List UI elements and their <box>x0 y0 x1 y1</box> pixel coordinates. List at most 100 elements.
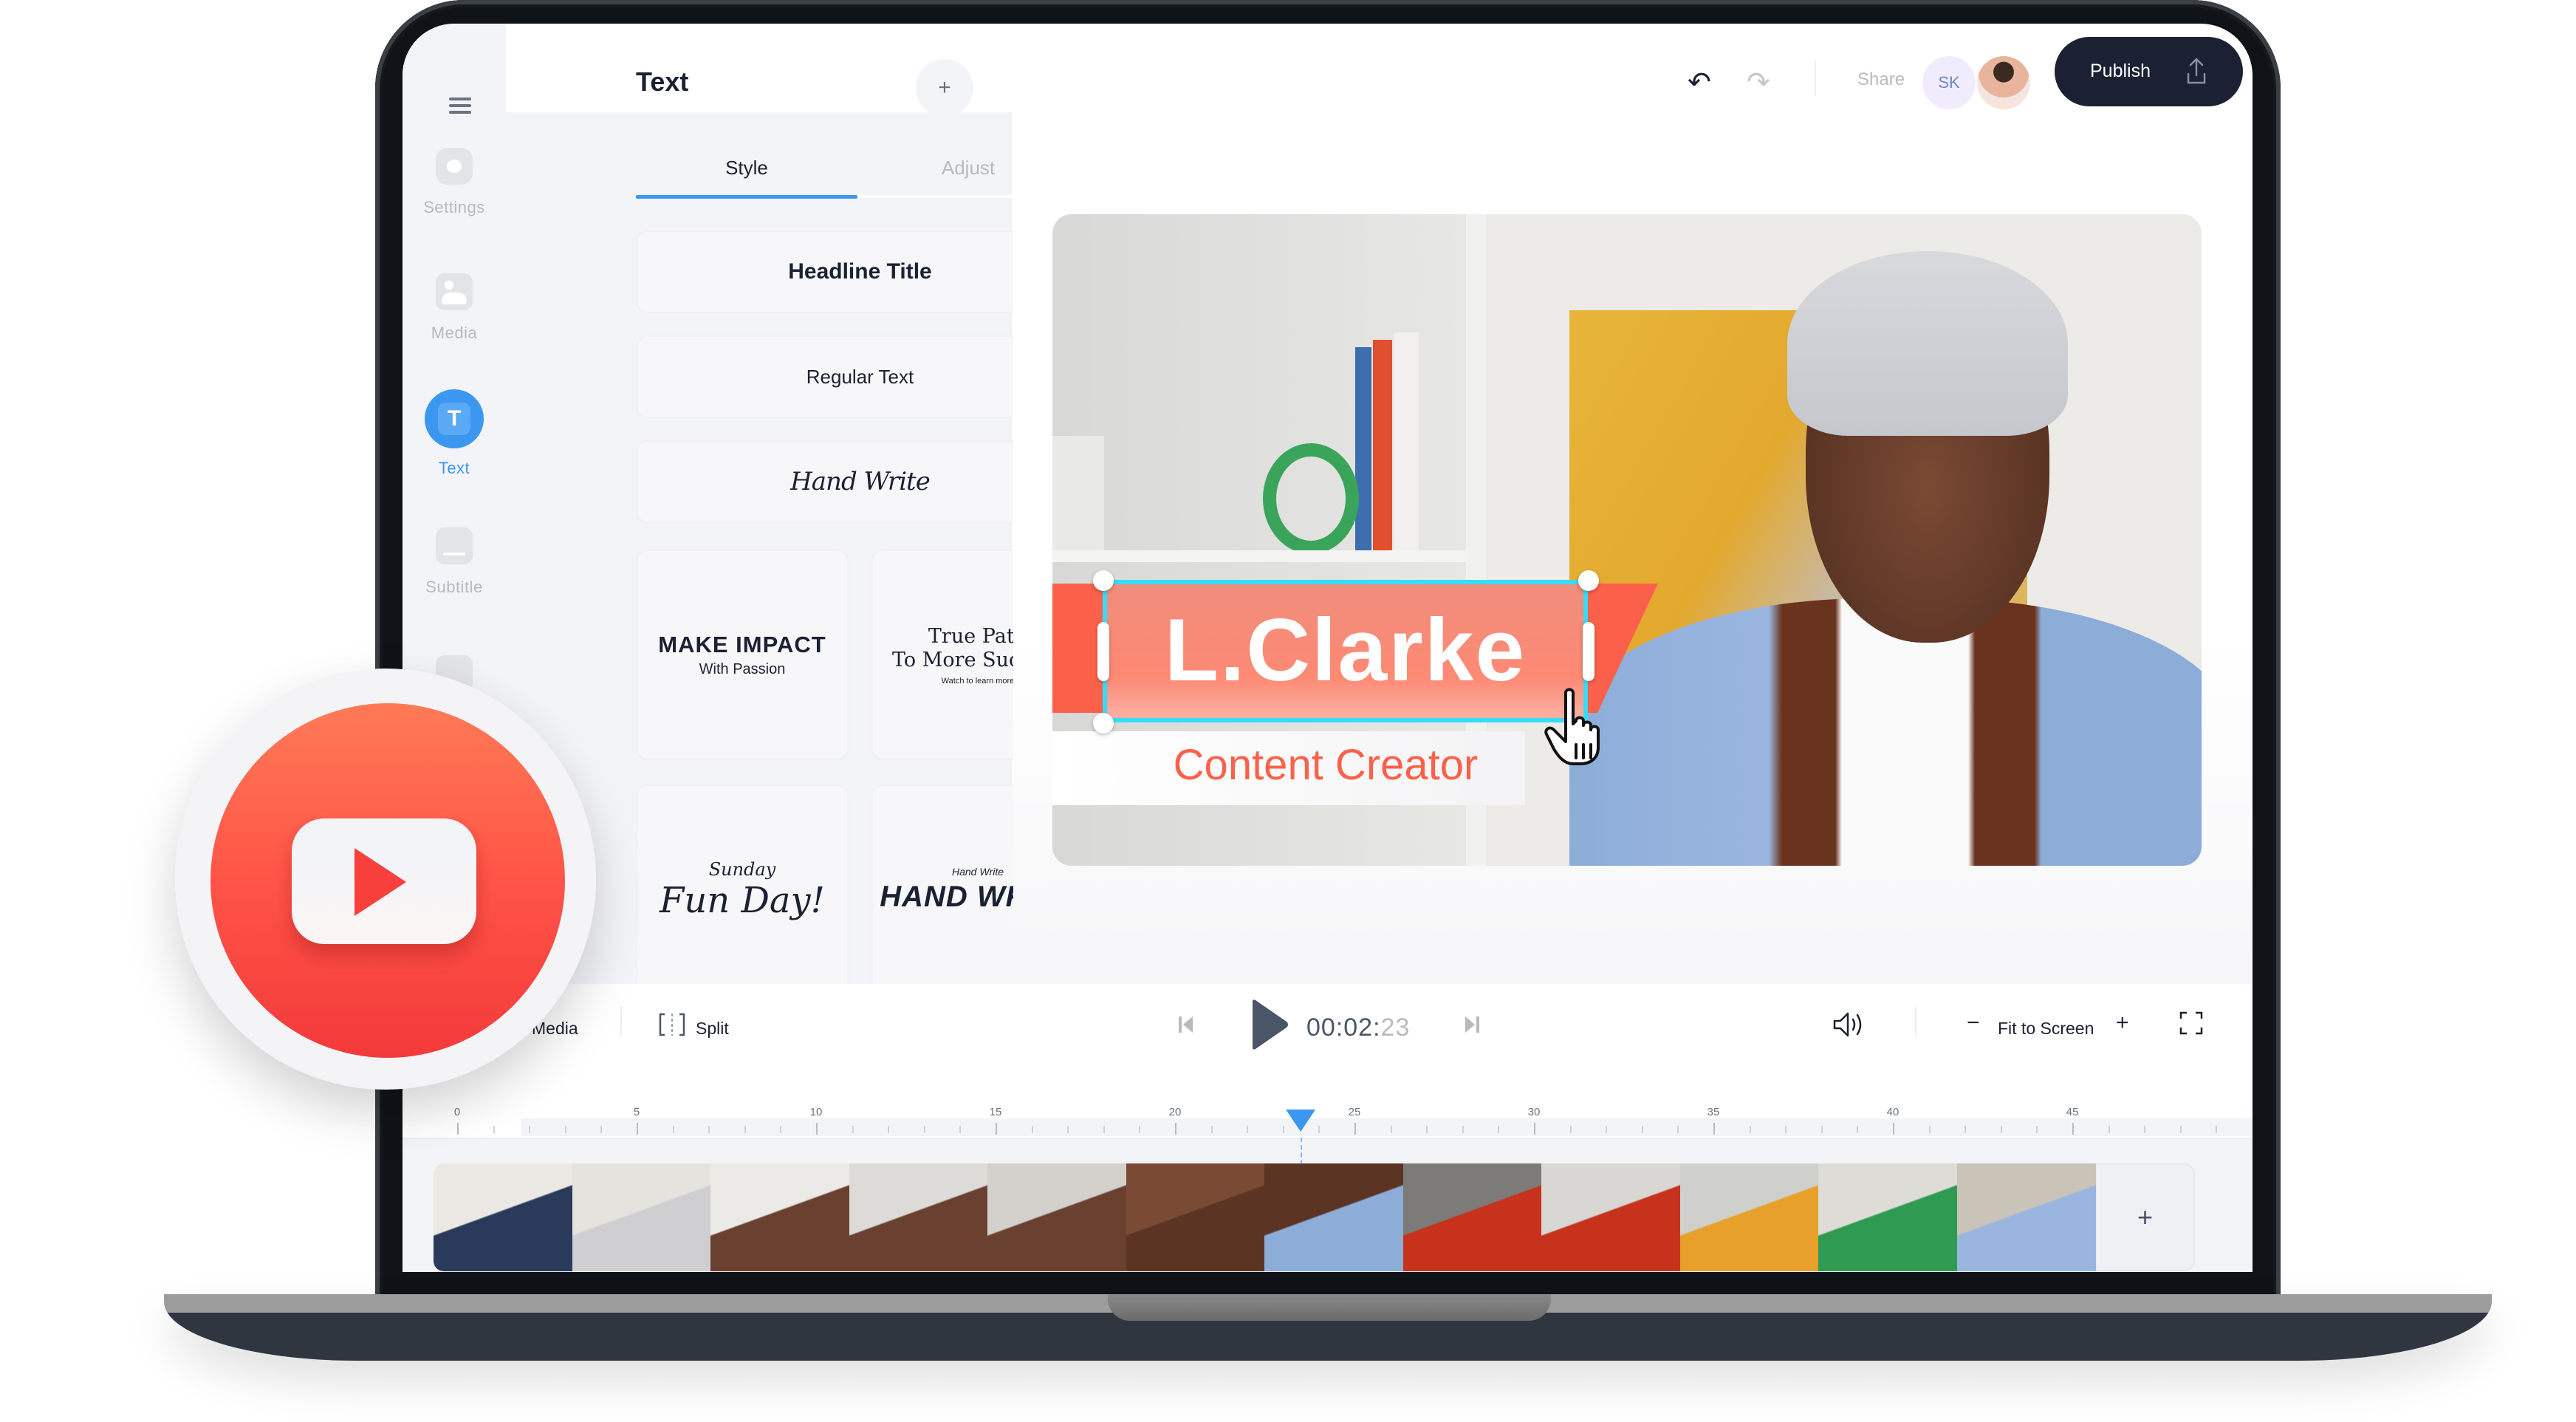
template-line1: True Path <box>928 624 1028 648</box>
resize-handle[interactable] <box>1093 713 1114 734</box>
ruler-tick-label: 45 <box>2066 1106 2079 1118</box>
sidebar-item-label: Text <box>438 459 470 477</box>
sidebar-item-settings[interactable]: Settings <box>402 148 506 217</box>
clip-thumbnail[interactable] <box>849 1163 988 1271</box>
template-make-impact[interactable]: MAKE IMPACT With Passion <box>636 550 849 760</box>
subtitle-icon <box>436 527 473 564</box>
media-icon <box>436 273 473 310</box>
ruler-tick <box>1928 1126 1931 1133</box>
style-label: Hand Write <box>790 467 931 496</box>
zoom-fit-label[interactable]: Fit to Screen <box>1998 1019 2094 1039</box>
divider <box>1915 1006 1916 1036</box>
ruler-tick-label: 10 <box>809 1106 823 1118</box>
subtitle-text[interactable]: Content Creator <box>1052 740 1599 790</box>
video-person-beanie <box>1787 251 2068 436</box>
clip-thumbnail[interactable] <box>1679 1163 1819 1271</box>
play-icon[interactable] <box>1248 999 1289 1050</box>
zoom-in-button[interactable]: + <box>2116 1011 2129 1036</box>
upload-icon <box>2187 58 2206 84</box>
fullscreen-icon[interactable] <box>2179 1011 2204 1036</box>
ruler-tick <box>996 1123 997 1135</box>
resize-handle[interactable] <box>1097 622 1109 681</box>
user-avatar[interactable] <box>1977 56 2030 109</box>
collaborator-avatar[interactable]: SK <box>1922 56 1976 109</box>
sidebar-item-text[interactable]: T Text <box>402 389 506 478</box>
clip-thumbnail[interactable] <box>1956 1163 2096 1271</box>
laptop-hinge <box>1108 1294 1551 1321</box>
template-sunday[interactable]: Sunday Fun Day! <box>636 785 849 995</box>
volume-icon[interactable] <box>1832 1008 1868 1042</box>
ruler-tick <box>1390 1126 1392 1133</box>
editor-screen: Settings Media T Text Subtitle Text + St… <box>402 24 2253 1272</box>
resize-handle[interactable] <box>1093 570 1114 591</box>
title-text[interactable]: L.Clarke <box>1107 599 1583 701</box>
skip-back-icon[interactable] <box>1176 1012 1196 1037</box>
template-line2: With Passion <box>699 661 786 677</box>
publish-label: Publish <box>2090 61 2151 81</box>
sidebar-item-label: Subtitle <box>425 578 483 596</box>
ruler-tick <box>2216 1126 2218 1133</box>
add-clip-button[interactable]: + <box>2095 1163 2195 1271</box>
split-icon[interactable] <box>657 1012 687 1037</box>
style-label: Headline Title <box>788 259 932 284</box>
ruler-tick <box>564 1126 566 1133</box>
template-line3: Watch to learn more <box>941 676 1015 686</box>
ruler-tick <box>1964 1126 1967 1133</box>
ruler-tick <box>2179 1126 2182 1133</box>
resize-handle[interactable] <box>1583 622 1594 681</box>
clip-thumbnail[interactable] <box>1126 1163 1265 1271</box>
redo-icon[interactable]: ↷ <box>1747 68 1770 98</box>
ruler-tick <box>2072 1123 2074 1135</box>
add-button[interactable]: + <box>916 59 973 117</box>
ruler-tick <box>1247 1126 1249 1133</box>
clip-thumbnail[interactable] <box>987 1163 1127 1271</box>
ruler-tick-label: 0 <box>453 1106 461 1118</box>
clip-thumbnail[interactable] <box>434 1163 573 1271</box>
video-preview[interactable]: L.Clarke Content Creator <box>1052 214 2202 866</box>
ruler-tick <box>637 1123 638 1135</box>
tab-style[interactable]: Style <box>636 149 857 186</box>
timecode: 00:02:23 <box>1306 1013 1410 1042</box>
ruler-baseline <box>402 1138 2253 1139</box>
share-button[interactable]: Share <box>1857 69 1905 90</box>
title-text-box[interactable]: L.Clarke <box>1103 580 1588 722</box>
ruler-tick <box>959 1126 962 1133</box>
ruler-tick <box>1282 1126 1284 1133</box>
clip-thumbnail[interactable] <box>1264 1163 1404 1271</box>
zoom-out-button[interactable]: − <box>1967 1011 1980 1036</box>
resize-handle[interactable] <box>1578 570 1599 591</box>
ruler-tick <box>529 1126 531 1133</box>
skip-forward-icon[interactable] <box>1462 1012 1481 1037</box>
ruler-tick <box>1569 1126 1572 1133</box>
ruler-tick <box>923 1126 925 1133</box>
ruler-tick <box>1318 1126 1320 1133</box>
divider <box>1815 61 1816 96</box>
clip-thumbnail[interactable] <box>572 1163 711 1271</box>
ruler-tick <box>1139 1126 1141 1133</box>
ruler-tick <box>744 1126 746 1133</box>
clip-thumbnail[interactable] <box>1541 1163 1681 1271</box>
menu-icon[interactable] <box>449 94 471 117</box>
publish-button[interactable]: Publish <box>2055 37 2243 106</box>
split-button[interactable]: Split <box>696 1019 729 1039</box>
settings-icon <box>436 148 473 185</box>
ruler-tick <box>1103 1126 1105 1133</box>
ruler-tick <box>1857 1126 1859 1133</box>
undo-icon[interactable]: ↶ <box>1688 68 1711 98</box>
ruler-tick <box>1713 1123 1715 1135</box>
video-book <box>1394 332 1419 554</box>
clip-thumbnail[interactable] <box>710 1163 850 1271</box>
hand-cursor-icon <box>1544 688 1600 765</box>
ruler-tick <box>852 1126 854 1133</box>
ruler-tick <box>780 1126 782 1133</box>
clip-thumbnail[interactable] <box>1402 1163 1542 1271</box>
ruler-tick <box>2144 1126 2146 1133</box>
ruler-tick <box>1067 1126 1069 1133</box>
sidebar-item-subtitle[interactable]: Subtitle <box>402 527 506 597</box>
ruler-tick <box>457 1123 459 1135</box>
sidebar-item-media[interactable]: Media <box>402 273 506 343</box>
video-book <box>1373 340 1392 554</box>
clip-thumbnail[interactable] <box>1818 1163 1958 1271</box>
ruler-tick <box>1820 1126 1823 1133</box>
video-tape <box>1263 443 1359 554</box>
